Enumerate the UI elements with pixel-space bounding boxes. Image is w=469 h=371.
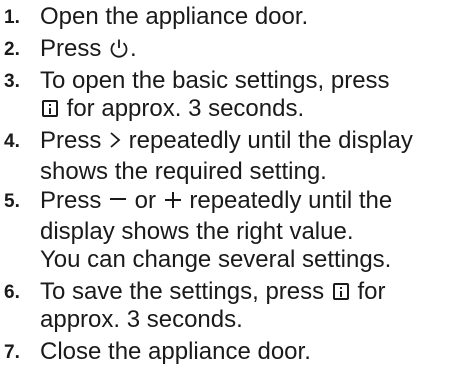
minus-icon	[108, 189, 128, 218]
step-text-line2: shows the required setting.	[40, 158, 327, 185]
step-6: 6. To save the settings, press for approx.…	[0, 278, 386, 334]
step-text: To save the settings, press	[40, 278, 331, 305]
step-text: Open the appliance door.	[40, 3, 309, 30]
step-text-line2: display shows the right value.	[40, 218, 354, 245]
step-number: 7.	[4, 342, 20, 363]
step-number: 5.	[4, 191, 20, 212]
step-text-after: repeatedly until the display	[122, 127, 413, 154]
step-text: Press	[40, 127, 109, 154]
step-text-after: repeatedly until the	[182, 187, 393, 214]
step-7: 7. Close the appliance door.	[0, 338, 311, 366]
step-number: 3.	[4, 71, 20, 92]
step-number: 2.	[4, 39, 20, 60]
step-3: 3. To open the basic settings, press for …	[0, 67, 390, 123]
step-text-after: .	[130, 35, 137, 62]
step-5: 5. Press or repeatedly until the display s…	[0, 187, 392, 246]
plus-icon	[163, 189, 183, 218]
step-text: To open the basic settings, press	[40, 67, 390, 94]
step-1: 1. Open the appliance door.	[0, 3, 308, 31]
step-text-line2: for approx. 3 seconds.	[60, 95, 305, 122]
step-text: Press	[40, 35, 109, 62]
step-text: Press	[40, 187, 109, 214]
step-text-mid: or	[128, 187, 163, 214]
step-text-line2: approx. 3 seconds.	[40, 306, 243, 333]
step-number: 6.	[4, 282, 20, 303]
power-icon	[108, 37, 130, 66]
step-text: Close the appliance door.	[40, 338, 311, 365]
chevron-right-icon	[108, 129, 122, 158]
info-icon	[42, 100, 58, 117]
step-number: 4.	[4, 131, 20, 152]
step-2: 2. Press .	[0, 35, 137, 66]
step-4: 4. Press repeatedly until the display show…	[0, 127, 413, 186]
step-text-after: for	[350, 278, 386, 305]
step-number: 1.	[4, 7, 20, 28]
note-text: You can change several settings.	[40, 246, 392, 273]
info-icon	[332, 283, 349, 300]
